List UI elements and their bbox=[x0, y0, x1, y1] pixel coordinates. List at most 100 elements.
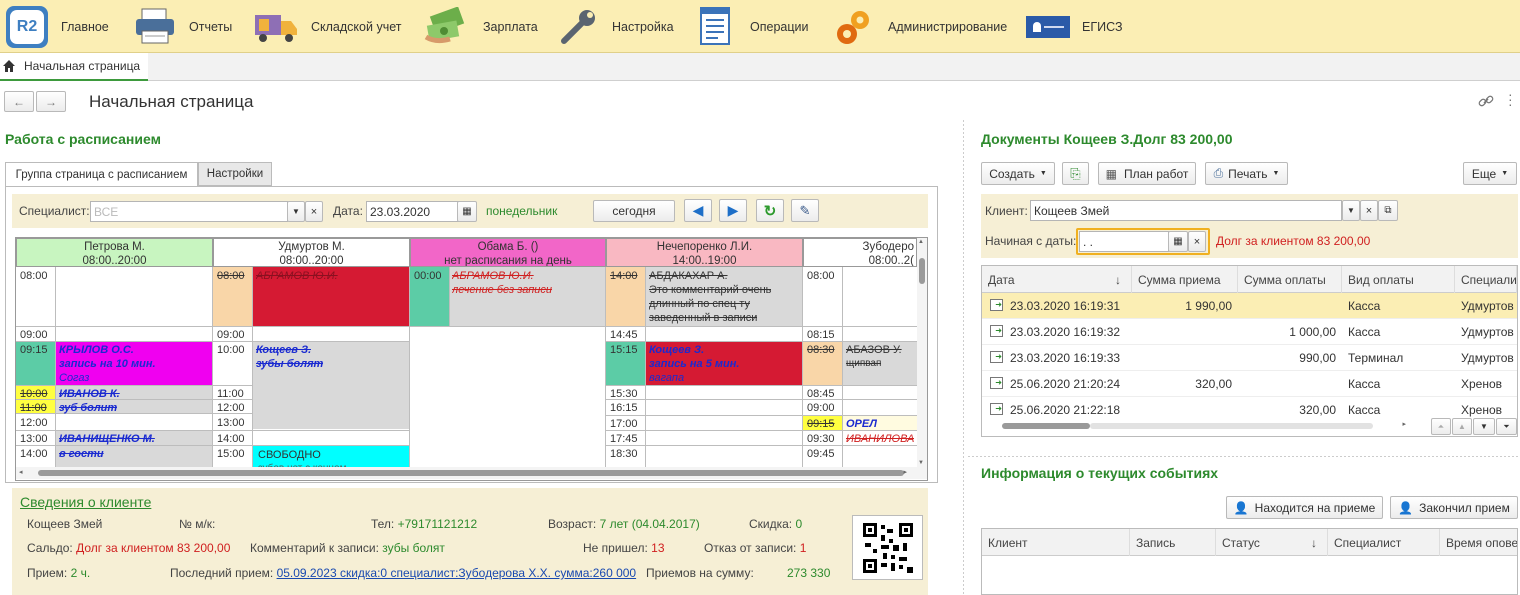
schedule-column-header[interactable]: Зубодеро 08:00..2( bbox=[803, 238, 917, 267]
next-day-button[interactable]: ▶ bbox=[719, 199, 747, 222]
nav-salary[interactable]: Зарплата bbox=[424, 0, 538, 53]
column-header-status[interactable]: Статус ↓ bbox=[1216, 529, 1328, 556]
last-visit-label: Последний прием: bbox=[170, 566, 274, 580]
close-icon: × bbox=[1365, 204, 1373, 217]
start-date-clear-button[interactable]: × bbox=[1188, 231, 1206, 252]
column-header-visit-sum[interactable]: Сумма приема bbox=[1132, 266, 1238, 293]
time-label: 08:30 bbox=[807, 344, 835, 356]
column-name: Удмуртов М. bbox=[278, 241, 345, 253]
table-next-button[interactable]: ▼ bbox=[1473, 418, 1495, 435]
time-label: 12:00 bbox=[217, 402, 245, 414]
link-icon[interactable] bbox=[1478, 93, 1494, 109]
print-label: Печать bbox=[1228, 166, 1268, 181]
print-button[interactable]: ⎙ Печать ▼ bbox=[1205, 162, 1288, 185]
in-appointment-label: Находится на приеме bbox=[1254, 500, 1376, 515]
horizontal-scrollbar[interactable]: ◂ ▸ bbox=[16, 467, 927, 479]
column-header-specialist[interactable]: Специалис bbox=[1455, 266, 1517, 293]
column-header-specialist[interactable]: Специалист bbox=[1328, 529, 1440, 556]
table-last-button[interactable]: ⏷ bbox=[1496, 418, 1517, 435]
last-visit-link[interactable]: 05.09.2023 скидка:0 специалист:Зубодеров… bbox=[277, 566, 637, 580]
column-name: Нечепоренко Л.И. bbox=[656, 241, 753, 253]
tab-home[interactable]: Начальная страница bbox=[0, 53, 148, 81]
finished-appointment-button[interactable]: 👤 Закончил прием bbox=[1390, 496, 1518, 519]
column-header-record[interactable]: Запись bbox=[1130, 529, 1216, 556]
today-button[interactable]: сегодня bbox=[593, 200, 675, 222]
schedule-column-header[interactable]: Удмуртов М. 08:00..20:00 bbox=[213, 238, 410, 267]
nav-label: Складской учет bbox=[311, 19, 402, 34]
appointment-note: зуб болит bbox=[59, 402, 118, 414]
more-vertical-icon[interactable]: · · · bbox=[1508, 87, 1513, 111]
printer-icon: ⎙ bbox=[1213, 166, 1224, 180]
documents-horizontal-scrollbar[interactable]: ▸ bbox=[982, 421, 1410, 431]
work-plan-label: План работ bbox=[1123, 166, 1189, 181]
schedule-column-header[interactable]: Нечепоренко Л.И. 14:00..19:00 bbox=[606, 238, 803, 267]
nav-admin[interactable]: Администрирование bbox=[834, 0, 1007, 53]
cell-date: 23.03.2020 16:19:33 bbox=[1010, 351, 1121, 365]
logo-text: R2 bbox=[10, 9, 44, 44]
time-label: 08:45 bbox=[807, 388, 835, 400]
date-picker-button[interactable]: ▦ bbox=[457, 201, 477, 222]
work-plan-button[interactable]: ▦ План работ bbox=[1098, 162, 1196, 185]
more-button[interactable]: Еще ▼ bbox=[1463, 162, 1517, 185]
start-date-label: Начиная с даты: bbox=[985, 234, 1077, 248]
time-label: 11:00 bbox=[20, 402, 47, 414]
appointment-client: Кощеев З. bbox=[256, 344, 312, 356]
chevron-down-icon: ▼ bbox=[1039, 170, 1047, 177]
nav-reports[interactable]: Отчеты bbox=[134, 0, 232, 53]
specialist-clear-button[interactable]: × bbox=[305, 201, 323, 222]
in-appointment-button[interactable]: 👤 Находится на приеме bbox=[1226, 496, 1383, 519]
specialist-input[interactable]: ВСЕ bbox=[90, 201, 288, 222]
client-dropdown-button[interactable]: ▼ bbox=[1342, 200, 1360, 221]
cell-payment-sum: 990,00 bbox=[1299, 351, 1336, 365]
table-row[interactable]: ➜ 23.03.2020 16:19:33 990,00 Терминал Уд… bbox=[982, 345, 1517, 371]
schedule-column-header[interactable]: Обама Б. () нет расписания на день bbox=[410, 238, 606, 267]
edit-button[interactable]: ✎ bbox=[791, 199, 819, 222]
client-open-button[interactable]: ⧉ bbox=[1378, 200, 1398, 221]
schedule-column-header[interactable]: Петрова М. 08:00..20:00 bbox=[16, 238, 213, 267]
appointment-note: Согаз bbox=[59, 372, 90, 384]
tab-schedule-group[interactable]: Группа страница с расписанием bbox=[5, 162, 198, 186]
column-header-notify-time[interactable]: Время опове bbox=[1440, 529, 1517, 556]
appointment-client: Кощеев З. bbox=[649, 344, 705, 356]
nav-settings[interactable]: Настройка bbox=[558, 0, 674, 53]
cell-payment-sum bbox=[1238, 293, 1336, 319]
vertical-scrollbar[interactable]: ▲ ▼ bbox=[917, 238, 927, 467]
date-input[interactable]: 23.03.2020 bbox=[366, 201, 460, 222]
document-posted-icon: ➜ bbox=[990, 377, 1003, 389]
prev-day-button[interactable]: ◀ bbox=[684, 199, 712, 222]
refresh-button[interactable]: ↻ bbox=[756, 199, 784, 222]
column-header-payment-type[interactable]: Вид оплаты bbox=[1342, 266, 1455, 293]
back-button[interactable]: ← bbox=[4, 91, 34, 112]
column-header-label: Статус bbox=[1222, 535, 1260, 550]
start-date-picker-button[interactable]: ▦ bbox=[1168, 231, 1188, 252]
discount-label: Скидка: bbox=[749, 517, 793, 531]
chevron-down-icon: ▼ bbox=[1347, 206, 1355, 215]
column-header-payment-sum[interactable]: Сумма оплаты bbox=[1238, 266, 1342, 293]
nav-operations[interactable]: Операции bbox=[698, 0, 808, 53]
section-divider bbox=[968, 456, 1520, 457]
nav-warehouse[interactable]: Складской учет bbox=[253, 0, 401, 53]
forward-button[interactable]: → bbox=[36, 91, 66, 112]
nav-egisz[interactable]: ЕГИСЗ bbox=[1026, 0, 1123, 53]
table-first-button[interactable]: ⏶ bbox=[1431, 418, 1451, 435]
copy-doc-button[interactable]: ⎘ bbox=[1062, 162, 1089, 185]
chevron-down-icon: ▼ bbox=[1501, 170, 1509, 177]
nav-main[interactable]: R2 Главное bbox=[6, 0, 109, 53]
create-button[interactable]: Создать ▼ bbox=[981, 162, 1055, 185]
table-row[interactable]: ➜ 23.03.2020 16:19:31 1 990,00 Касса Удм… bbox=[982, 293, 1517, 319]
table-row[interactable]: ➜ 23.03.2020 16:19:32 1 000,00 Касса Удм… bbox=[982, 319, 1517, 345]
specialist-dropdown-button[interactable]: ▼ bbox=[287, 201, 305, 222]
client-clear-button[interactable]: × bbox=[1360, 200, 1378, 221]
table-prev-button[interactable]: ▲ bbox=[1452, 418, 1472, 435]
tab-settings[interactable]: Настройки bbox=[198, 162, 272, 186]
table-row[interactable]: ➜ 25.06.2020 21:20:24 320,00 Касса Хрено… bbox=[982, 371, 1517, 397]
column-header-client[interactable]: Клиент bbox=[982, 529, 1130, 556]
nav-label: ЕГИСЗ bbox=[1082, 19, 1123, 34]
person-check-icon: 👤 bbox=[1398, 500, 1414, 515]
client-info-title[interactable]: Сведения о клиенте bbox=[20, 494, 151, 510]
noshow-value: 13 bbox=[651, 541, 665, 555]
comment-label: Комментарий к записи: bbox=[250, 541, 379, 555]
client-filter-input[interactable]: Кощеев Змей bbox=[1030, 200, 1342, 221]
start-date-input[interactable]: . . bbox=[1079, 231, 1169, 252]
column-header-date[interactable]: Дата ↓ bbox=[982, 266, 1132, 293]
